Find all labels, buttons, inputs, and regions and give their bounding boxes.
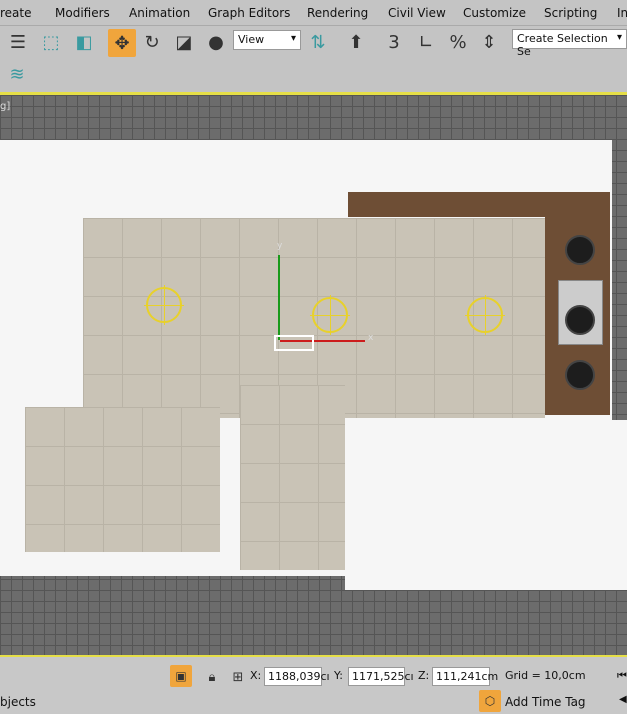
status-prompt: bjects: [0, 695, 36, 709]
camera-icon[interactable]: [274, 335, 314, 351]
pivot-icon[interactable]: ⇅: [306, 30, 330, 54]
z-coordinate-field[interactable]: 111,241cm: [432, 667, 498, 686]
menu-modifiers[interactable]: Modifiers: [55, 6, 110, 20]
selection-lock-icon[interactable]: ▣: [170, 665, 192, 687]
place-icon[interactable]: ●: [204, 30, 228, 54]
menu-more[interactable]: In: [617, 6, 627, 20]
main-toolbar: ☰ ⬚ ◧ ✥ ↻ ◪ ● View ⇅ ⬆ 3 ∟ % ⇕ Create Se…: [0, 26, 627, 92]
lock-icon[interactable]: 🔒︎: [200, 665, 224, 689]
status-bar: ▣ 🔒︎ ⊞ X: 1188,039cı Y: 1171,525cı Z: 11…: [0, 655, 627, 714]
light-icon[interactable]: [465, 295, 505, 335]
time-tag-icon[interactable]: ⬡: [479, 690, 501, 712]
angle-snap-icon[interactable]: ∟: [414, 30, 438, 54]
counter-top: [348, 192, 610, 217]
go-to-start-icon[interactable]: ⏮: [617, 669, 627, 683]
y-coordinate-field[interactable]: 1171,525cı: [348, 667, 414, 686]
spinner-snap-icon[interactable]: ⇕: [477, 30, 501, 54]
floor-passage: [240, 385, 345, 570]
gizmo-y-axis[interactable]: [278, 255, 280, 340]
scale-icon[interactable]: ◪: [172, 30, 196, 54]
add-time-tag-button[interactable]: Add Time Tag: [505, 695, 586, 709]
cabinet: [255, 160, 350, 220]
light-icon[interactable]: [310, 295, 350, 335]
rotate-icon[interactable]: ↻: [140, 30, 164, 54]
select-manipulate-icon[interactable]: ⬆: [344, 30, 368, 54]
percent-snap-icon[interactable]: %: [446, 30, 470, 54]
viewport-label[interactable]: g]: [0, 101, 10, 112]
menu-scripting[interactable]: Scripting: [544, 6, 597, 20]
z-label: Z:: [418, 669, 430, 682]
selection-set-dropdown[interactable]: Create Selection Se: [512, 29, 627, 58]
window-crossing-icon[interactable]: ◧: [72, 30, 96, 54]
menu-rendering[interactable]: Rendering: [307, 6, 368, 20]
select-by-name-icon[interactable]: ☰: [6, 30, 30, 54]
stove-burner: [565, 235, 595, 265]
rect-selection-icon[interactable]: ⬚: [39, 30, 63, 54]
axis-x-label: x: [368, 333, 374, 343]
axis-y-label: y: [277, 241, 283, 251]
menu-civil-view[interactable]: Civil View: [388, 6, 446, 20]
reference-coord-dropdown[interactable]: View: [233, 30, 301, 50]
x-coordinate-field[interactable]: 1188,039cı: [264, 667, 330, 686]
menu-customize[interactable]: Customize: [463, 6, 526, 20]
y-label: Y:: [334, 669, 343, 682]
viewport-top[interactable]: g] y x: [0, 92, 627, 655]
menu-graph-editors[interactable]: Graph Editors: [208, 6, 290, 20]
menu-create[interactable]: reate: [0, 6, 32, 20]
menu-bar: reate Modifiers Animation Graph Editors …: [0, 0, 627, 26]
grid-size: Grid = 10,0cm: [505, 669, 586, 682]
snap-toggle-icon[interactable]: 3: [382, 30, 406, 54]
menu-animation[interactable]: Animation: [129, 6, 190, 20]
move-icon[interactable]: ✥: [108, 29, 136, 57]
x-label: X:: [250, 669, 262, 682]
layers-icon[interactable]: ≋: [5, 62, 29, 86]
prev-frame-icon[interactable]: ◀: [619, 694, 627, 705]
light-icon[interactable]: [144, 285, 184, 325]
curved-wall: [345, 420, 627, 590]
stove-burner: [565, 360, 595, 390]
floor-room: [25, 407, 220, 552]
transform-mode-icon[interactable]: ⊞: [226, 665, 250, 689]
stove-burner: [565, 305, 595, 335]
